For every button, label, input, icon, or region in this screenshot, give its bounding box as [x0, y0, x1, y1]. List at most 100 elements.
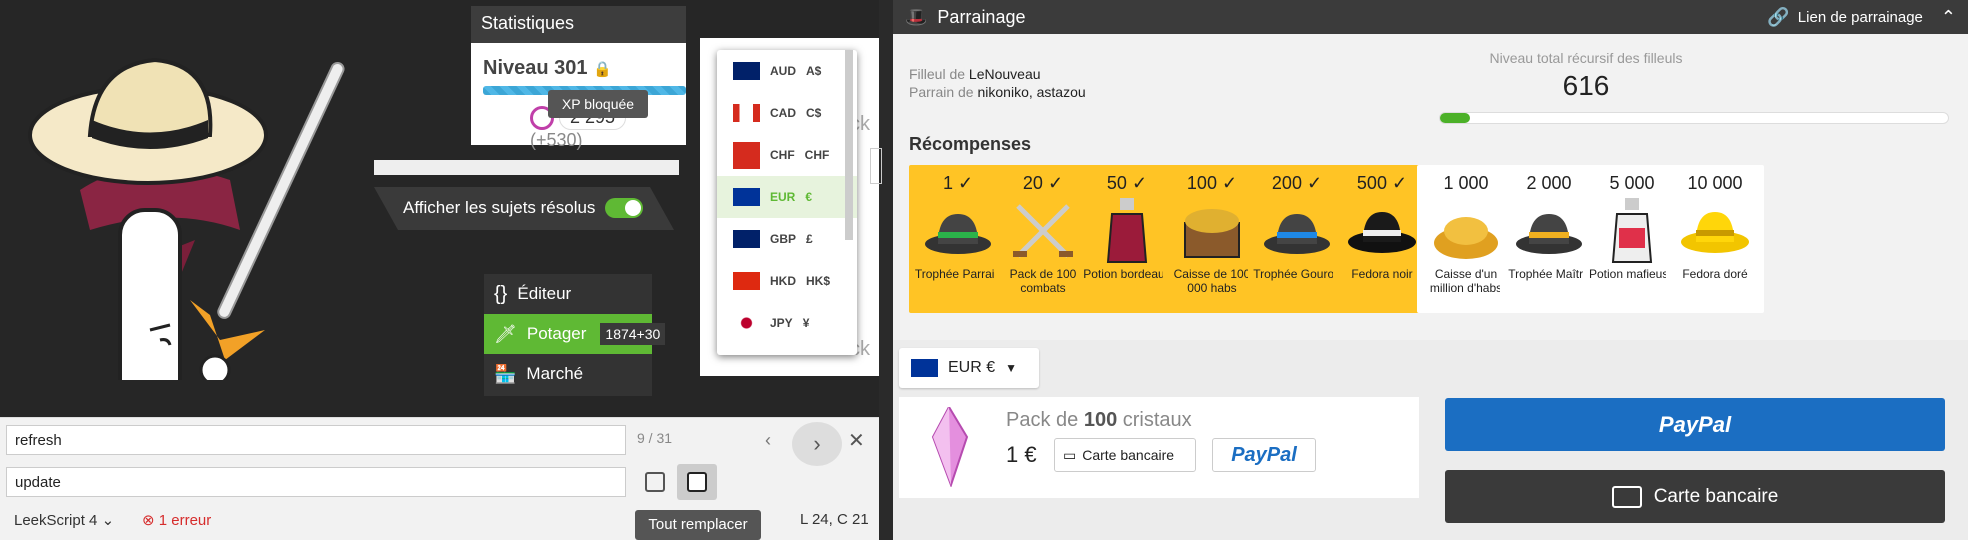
replace-all-icon [687, 472, 707, 492]
currency-code: CAD [770, 106, 796, 120]
previous-match-icon[interactable]: ‹ [765, 430, 771, 451]
menu-item-label: Marché [526, 364, 584, 383]
cursor-position: L 24, C 21 [800, 511, 869, 528]
level-text: Niveau 301 [483, 57, 588, 79]
credit-card-icon: ▭ [1063, 446, 1077, 463]
currency-code: GBP [770, 232, 797, 246]
potager-count-badge: 1874+30 [600, 323, 666, 345]
error-icon: ⊗ [142, 512, 155, 529]
show-solved-toggle[interactable] [605, 198, 643, 218]
reward-threshold: 200 ✓ [1271, 173, 1323, 193]
total-level-value: 616 [1562, 70, 1610, 101]
reward-threshold: 100 ✓ [1186, 173, 1238, 193]
pack-card-label: Carte bancaire [1082, 447, 1175, 463]
replace-input[interactable] [6, 467, 626, 497]
referral-link-button[interactable]: Lien de parrainage [1798, 9, 1923, 26]
paypal-checkout-button[interactable]: PayPal [1445, 398, 1945, 451]
currency-option-jpy[interactable]: JPY ¥ [717, 302, 857, 344]
menu-item-label: Potager [526, 324, 587, 343]
total-level-label: Niveau total récursif des filleuls [1489, 50, 1683, 66]
divider-strip [374, 160, 679, 175]
pack-card-button[interactable]: ▭ Carte bancaire [1054, 438, 1196, 472]
xp-locked-tooltip: XP bloquée [548, 90, 648, 118]
shop-section: EUR € ▼ Pack de 100 cristaux 1 € ▭ Carte… [893, 340, 1968, 540]
reward-name: Trophée Parrain [914, 267, 1002, 281]
replace-one-icon[interactable] [645, 472, 665, 492]
card-checkout-button[interactable]: Carte bancaire [1445, 470, 1945, 523]
replace-all-button[interactable] [677, 464, 717, 500]
currency-symbol: € [805, 190, 813, 204]
switzerland-flag-icon [733, 141, 760, 169]
currency-symbol: £ [806, 232, 813, 246]
error-indicator[interactable]: ⊗ 1 erreur [142, 511, 211, 529]
menu-item-market[interactable]: 🏪 Marché [484, 354, 652, 394]
level-label: Niveau 301 🔒 [471, 43, 686, 80]
chevron-down-icon: ▼ [1005, 361, 1018, 375]
toggle-knob [625, 200, 641, 216]
treasure-chest-icon [1163, 195, 1261, 267]
parrainage-header: 🎩 Parrainage 🔗 Lien de parrainage ⌃ [893, 0, 1968, 34]
reward-card: 1 ✓ Trophée Parrain [909, 165, 1007, 313]
reward-threshold: 50 ✓ [1106, 173, 1148, 193]
parrain-line: Parrain de nikoniko, astazou [909, 84, 1086, 100]
lock-icon: 🔒 [593, 61, 612, 78]
currency-symbol: HK$ [806, 274, 831, 288]
habs-gain: (+530) [530, 130, 583, 150]
statistics-title: Statistiques [471, 6, 686, 43]
leek-mascot-image [28, 57, 345, 380]
pack-title: Pack de 100 cristaux [1006, 409, 1192, 432]
currency-option-aud[interactable]: AUD A$ [717, 50, 857, 92]
currency-symbol: A$ [806, 64, 822, 78]
currency-code: HKD [770, 274, 796, 288]
parrain-names: nikoniko, astazou [977, 84, 1086, 100]
right-panel: 🎩 Parrainage 🔗 Lien de parrainage ⌃ Fill… [893, 0, 1968, 540]
gold-fedora-icon [1666, 195, 1764, 267]
dropdown-scrollbar[interactable] [845, 50, 853, 240]
reward-card: 10 000 Fedora doré [1666, 165, 1764, 313]
currency-option-gbp[interactable]: GBP £ [717, 218, 857, 260]
pack-suffix: cristaux [1122, 409, 1192, 431]
check-icon: ✓ [1221, 173, 1238, 193]
link-icon: 🔗 [1767, 6, 1790, 27]
braces-icon: {} [494, 282, 508, 305]
currency-symbol: ¥ [802, 316, 810, 330]
show-solved-label: Afficher les sujets résolus [403, 198, 596, 217]
search-input[interactable] [6, 425, 626, 455]
rewards-title: Récompenses [909, 134, 1032, 154]
card-checkout-label: Carte bancaire [1653, 485, 1779, 507]
reward-card: 100 ✓ Caisse de 100 000 habs [1163, 165, 1261, 313]
check-icon: ✓ [1306, 173, 1323, 193]
menu-item-editor[interactable]: {} Éditeur [484, 274, 652, 314]
collapse-icon[interactable]: ⌃ [1941, 7, 1956, 28]
check-icon: ✓ [1047, 173, 1064, 193]
currency-option-cad[interactable]: CAD C$ [717, 92, 857, 134]
match-count: 9 / 31 [637, 430, 673, 446]
replace-all-tooltip: Tout remplacer [635, 510, 761, 540]
canada-flag-icon [733, 104, 760, 122]
check-icon: ✓ [1391, 173, 1408, 193]
language-selector[interactable]: LeekScript 4 ⌄ [14, 511, 114, 529]
next-match-icon[interactable]: › [792, 422, 842, 466]
chevron-down-icon: ⌄ [101, 512, 115, 529]
close-icon[interactable]: ✕ [848, 428, 865, 453]
eu-flag-icon [733, 188, 760, 206]
currency-option-hkd[interactable]: HKD HK$ [717, 260, 857, 302]
currency-select[interactable]: EUR € ▼ [899, 348, 1039, 388]
japan-flag-icon [733, 314, 760, 332]
eu-flag-icon [911, 359, 938, 377]
currency-code: AUD [770, 64, 796, 78]
menu-item-potager[interactable]: 🗡 Potager 1874+30 [484, 314, 666, 354]
hat-green-band-icon [909, 195, 1007, 267]
pack-amount: 100 [1083, 409, 1118, 431]
currency-option-chf[interactable]: CHF CHF [717, 134, 857, 176]
crystal-pack-card: Pack de 100 cristaux 1 € ▭ Carte bancair… [899, 397, 1419, 498]
error-count: 1 erreur [158, 512, 212, 529]
parrainage-title: Parrainage [937, 6, 1026, 27]
parrainage-body: Filleul de LeNouveau Parrain de nikoniko… [893, 34, 1968, 340]
reward-name: Fedora doré [1682, 267, 1748, 281]
pack-paypal-button[interactable]: PayPal [1212, 438, 1316, 472]
currency-dropdown[interactable]: AUD A$ CAD C$ CHF CHF EUR € GBP £ HKD HK$ [717, 50, 857, 355]
currency-option-eur[interactable]: EUR € [717, 176, 857, 218]
reward-card: 50 ✓ Potion bordeaux [1078, 165, 1176, 313]
currency-symbol: C$ [806, 106, 822, 120]
